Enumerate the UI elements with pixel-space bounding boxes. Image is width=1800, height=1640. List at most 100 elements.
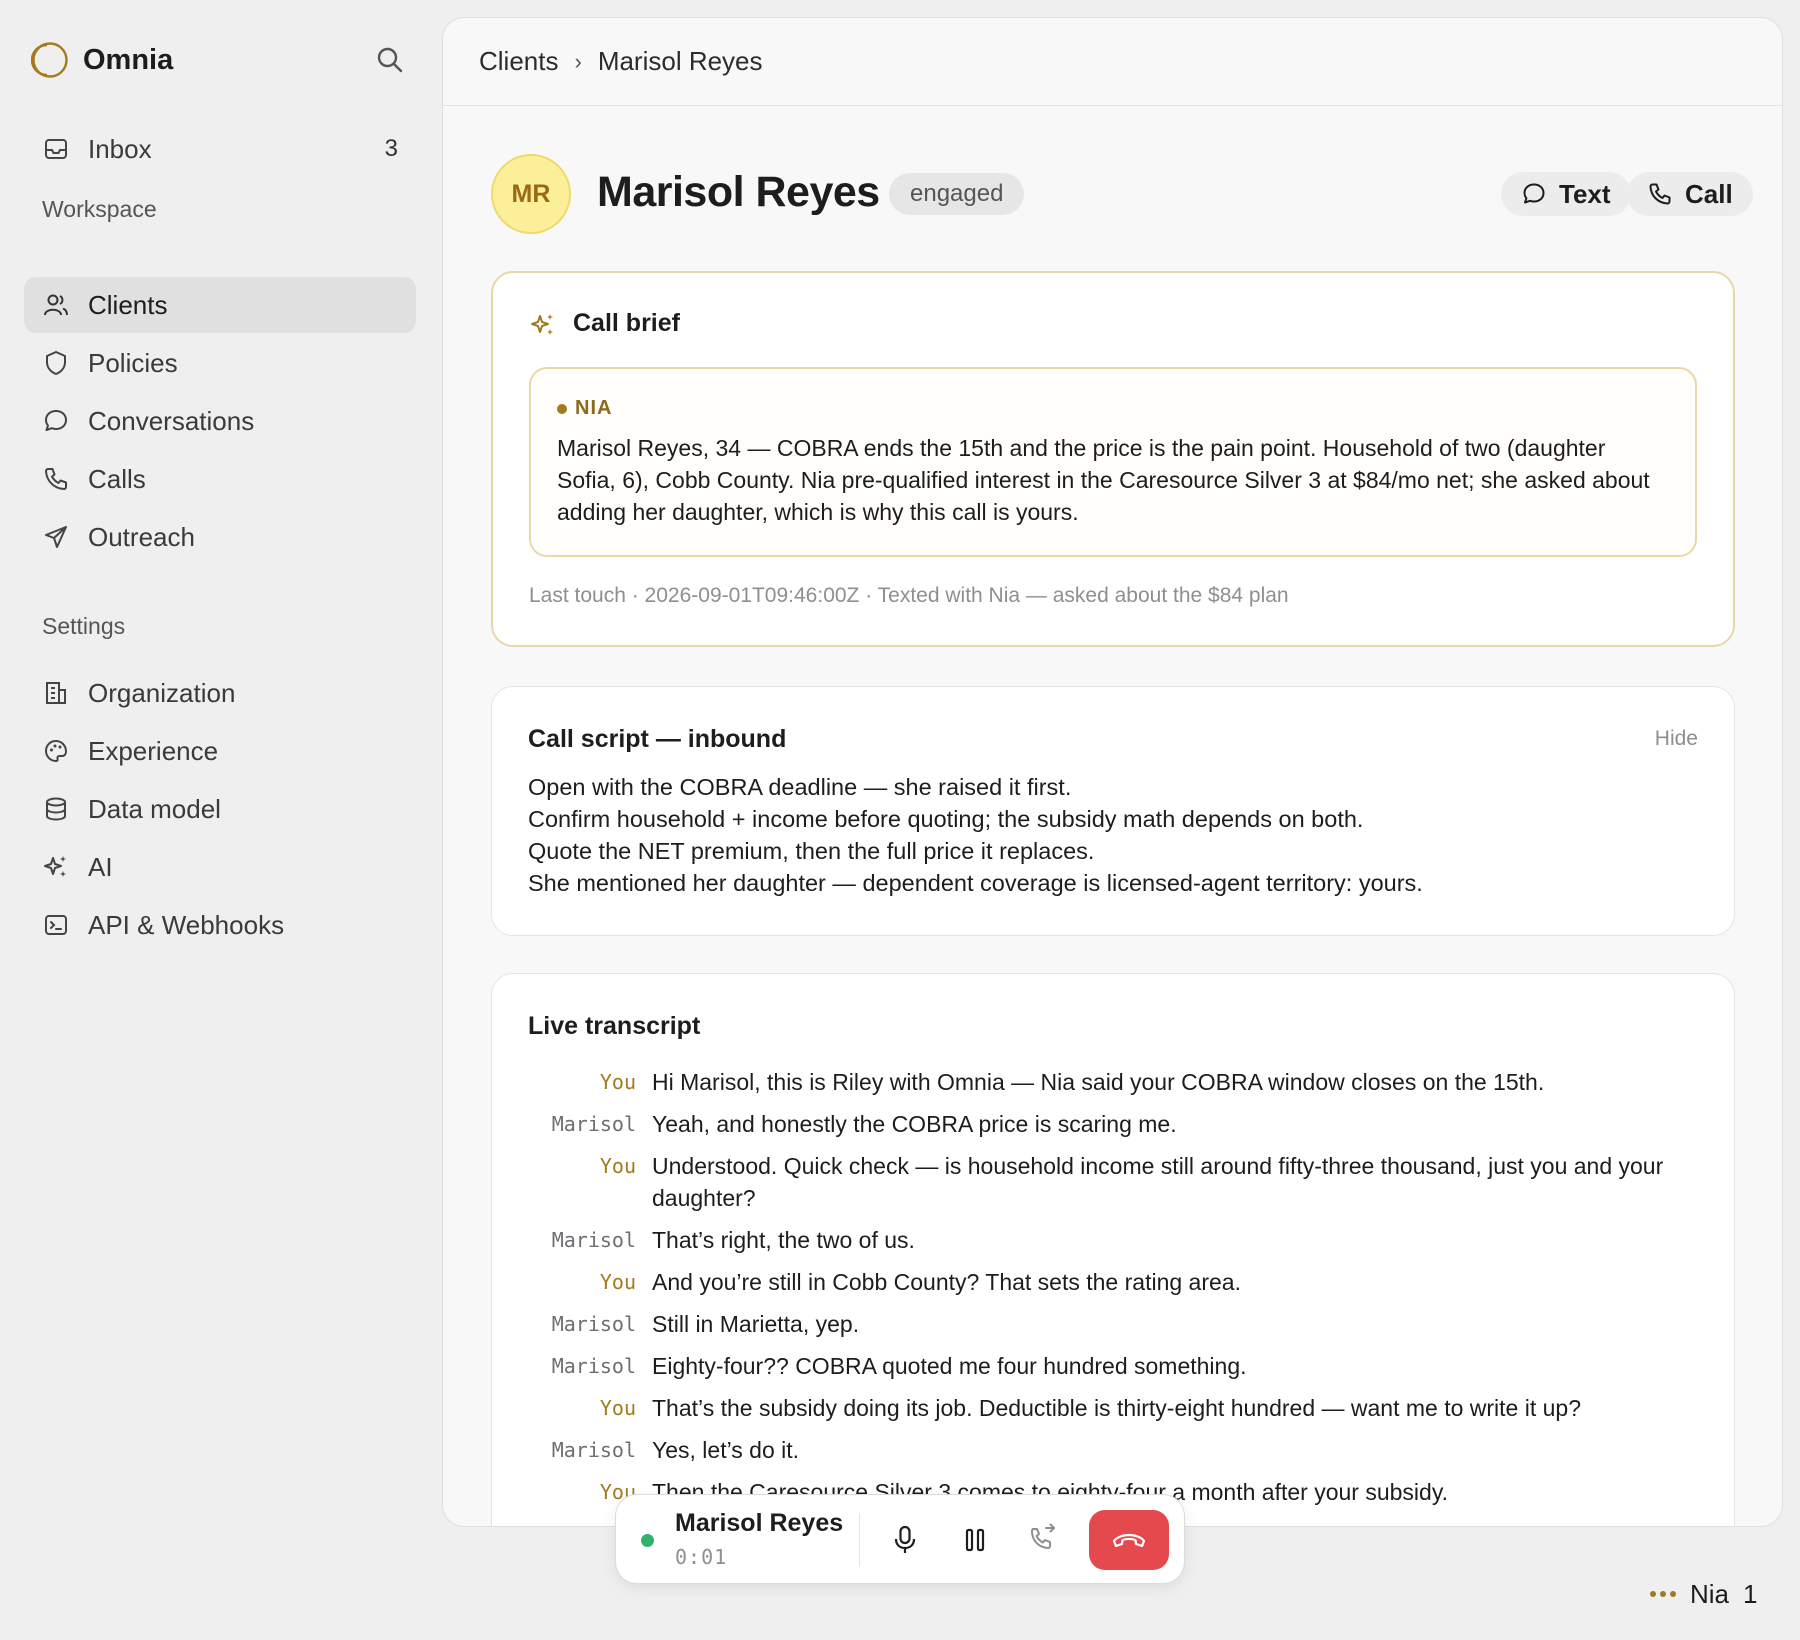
transcript-text: Still in Marietta, yep. (652, 1311, 860, 1337)
breadcrumb-clients-link[interactable]: Clients (479, 46, 558, 77)
text-button-label: Text (1559, 178, 1611, 209)
sidebar: Omnia Inbox 3 Workspace Clients Policies (0, 0, 440, 1640)
sidebar-item-label: Experience (88, 735, 219, 766)
call-contact-name: Marisol Reyes (675, 1509, 844, 1537)
nia-summary-text: Marisol Reyes, 34 — COBRA ends the 15th … (557, 435, 1650, 525)
sidebar-item-label: Conversations (88, 405, 255, 436)
call-brief-card: Call brief NIA Marisol Reyes, 34 — COBRA… (491, 271, 1735, 647)
sidebar-item-clients[interactable]: Clients (24, 277, 416, 333)
transcript-line: Marisol Yeah, and honestly the COBRA pric… (492, 1108, 1734, 1140)
nia-dot-icon (557, 403, 567, 414)
microphone-icon[interactable] (888, 1523, 922, 1557)
sidebar-item-label: Clients (88, 289, 168, 320)
last-touch: Last touch · 2026-09-01T09:46:00Z · Text… (529, 584, 1289, 607)
client-header: MR Marisol Reyes engaged Text Call (491, 154, 1753, 234)
sidebar-item-policies[interactable]: Policies (24, 335, 416, 391)
script-line: Open with the COBRA deadline — she raise… (528, 774, 1072, 800)
sidebar-item-outreach[interactable]: Outreach (24, 509, 416, 565)
call-script-card: Call script — inbound Hide Open with the… (491, 686, 1735, 936)
script-line: Confirm household + income before quotin… (528, 806, 1364, 832)
transcript-line: Marisol That’s right, the two of us. (492, 1224, 1734, 1256)
chat-bubble-icon (45, 410, 67, 431)
transcript-text: That’s right, the two of us. (652, 1227, 915, 1253)
live-transcript-title: Live transcript (528, 1012, 701, 1040)
transfer-call-icon[interactable] (1026, 1523, 1060, 1557)
nia-summary: NIA Marisol Reyes, 34 — COBRA ends the 1… (529, 367, 1697, 557)
nia-status-count: 1 (1743, 1578, 1758, 1609)
client-detail-panel: Clients › Marisol Reyes MR Marisol Reyes… (442, 17, 1783, 1527)
sidebar-item-data-model[interactable]: Data model (24, 781, 416, 837)
omnia-logo-icon (31, 42, 68, 78)
transcript-text: Eighty-four?? COBRA quoted me four hundr… (652, 1353, 1247, 1379)
transcript-text: Understood. Quick check — is household i… (652, 1153, 1664, 1211)
sparkles-icon (44, 856, 66, 877)
settings-section-label: Settings (42, 613, 126, 639)
transcript-line: You Understood. Quick check — is househol… (492, 1150, 1734, 1214)
sidebar-item-label: Outreach (88, 521, 195, 552)
call-brief-title: Call brief (573, 309, 680, 337)
call-button-label: Call (1685, 178, 1733, 209)
script-line: Quote the NET premium, then the full pri… (528, 838, 1095, 864)
text-button[interactable]: Text (1501, 172, 1631, 216)
transcript-speaker: Marisol (551, 1312, 636, 1336)
sidebar-item-label: Data model (88, 793, 221, 824)
transcript-speaker: Marisol (551, 1354, 636, 1378)
nia-tag-label: NIA (575, 397, 613, 419)
sidebar-item-calls[interactable]: Calls (24, 451, 416, 507)
palette-icon (44, 739, 68, 763)
transcript-speaker: Marisol (551, 1228, 636, 1252)
transcript-line: You Hi Marisol, this is Riley with Omnia … (492, 1066, 1734, 1098)
active-call-bar: Marisol Reyes 0:01 (615, 1494, 1185, 1584)
sidebar-item-label: Organization (88, 677, 236, 708)
inbox-label: Inbox (88, 133, 152, 164)
transcript-line: You And you’re still in Cobb County? That… (492, 1266, 1734, 1298)
users-icon (44, 294, 68, 316)
chat-bubble-icon (1523, 183, 1545, 204)
transcript-text: Yes, let’s do it. (652, 1437, 800, 1463)
sidebar-item-ai[interactable]: AI (24, 839, 416, 895)
hang-up-icon (1112, 1533, 1146, 1548)
search-icon[interactable] (374, 44, 406, 76)
live-indicator-icon (641, 1534, 654, 1547)
transcript-speaker: You (599, 1396, 636, 1420)
workspace-section-label: Workspace (42, 196, 157, 222)
sidebar-item-label: AI (88, 851, 113, 882)
script-lines: Open with the COBRA deadline — she raise… (528, 771, 1423, 899)
sidebar-item-inbox[interactable]: Inbox 3 (24, 126, 416, 172)
transcript-line: Marisol Eighty-four?? COBRA quoted me fou… (492, 1350, 1734, 1382)
sidebar-item-label: Calls (88, 463, 146, 494)
transcript-speaker: Marisol (551, 1112, 636, 1136)
call-button[interactable]: Call (1627, 172, 1753, 216)
end-call-button[interactable] (1089, 1510, 1169, 1570)
sidebar-item-organization[interactable]: Organization (24, 665, 416, 721)
pause-icon[interactable] (958, 1523, 992, 1557)
sidebar-item-experience[interactable]: Experience (24, 723, 416, 779)
more-dots-icon (1650, 1591, 1676, 1597)
transcript-line: Marisol Yes, let’s do it. (492, 1434, 1734, 1466)
transcript-speaker: You (599, 1154, 636, 1178)
page-title: Marisol Reyes (597, 168, 880, 216)
call-elapsed-time: 0:01 (675, 1545, 728, 1569)
breadcrumb-current: Marisol Reyes (597, 46, 763, 76)
transcript-text: And you’re still in Cobb County? That se… (652, 1269, 1241, 1295)
breadcrumb: Clients › Marisol Reyes (443, 18, 1782, 106)
transcript-speaker: You (599, 1070, 636, 1094)
transcript-list: You Hi Marisol, this is Riley with Omnia … (492, 1066, 1734, 1518)
brand-name: Omnia (83, 43, 174, 76)
hide-script-button[interactable]: Hide (1655, 727, 1698, 751)
nia-tag: NIA (557, 397, 1669, 420)
transcript-speaker: You (599, 1270, 636, 1294)
brand[interactable]: Omnia (31, 40, 173, 80)
transcript-text: Hi Marisol, this is Riley with Omnia — N… (652, 1069, 1545, 1095)
sidebar-item-conversations[interactable]: Conversations (24, 393, 416, 449)
avatar: MR (491, 154, 571, 234)
transcript-text: That’s the subsidy doing its job. Deduct… (652, 1395, 1581, 1421)
sparkles-icon (531, 314, 553, 335)
nia-agent-status[interactable]: Nia 1 (1650, 1574, 1757, 1614)
sidebar-item-label: API & Webhooks (88, 909, 285, 940)
call-script-title: Call script — inbound (528, 725, 787, 753)
sidebar-item-api-webhooks[interactable]: API & Webhooks (24, 897, 416, 953)
phone-icon (45, 468, 67, 490)
status-badge: engaged (889, 173, 1025, 215)
transcript-line: Marisol Still in Marietta, yep. (492, 1308, 1734, 1340)
